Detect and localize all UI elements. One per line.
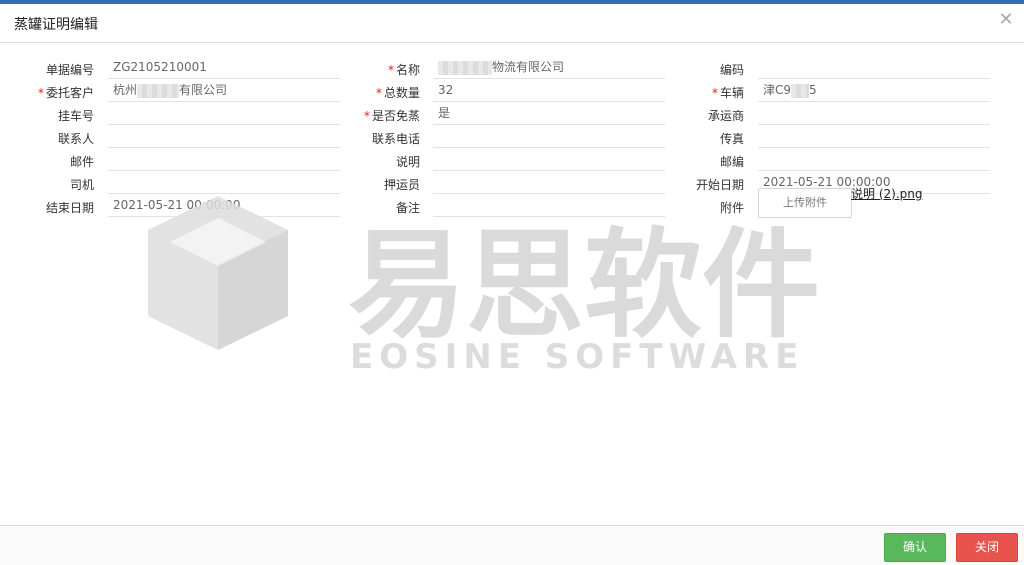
total-qty-input[interactable]: 32 xyxy=(433,79,665,102)
redacted-text xyxy=(791,83,810,98)
client-input[interactable]: 杭州 有限公司 xyxy=(108,79,340,102)
confirm-button[interactable]: 确认 xyxy=(884,533,946,562)
exempt-select[interactable]: 是 xyxy=(433,102,665,125)
edit-dialog: 蒸罐证明编辑 ✕ 单据编号 ZG2105210001 * 名称 物流有限公司 编码… xyxy=(0,4,1024,565)
end-date-input[interactable]: 2021-05-21 00:00:00 xyxy=(108,194,340,217)
field-label: 委托客户 xyxy=(45,86,94,100)
eosine-watermark: 易思软件 EOSINE SOFTWARE xyxy=(148,196,820,377)
postcode-input[interactable] xyxy=(758,148,990,171)
field-label: 是否免蒸 xyxy=(371,109,420,123)
field-label: 押运员 xyxy=(383,178,420,192)
description-input[interactable] xyxy=(433,148,665,171)
attachment-link[interactable]: 说明 (2).png xyxy=(851,185,922,202)
field-label: 传真 xyxy=(719,132,744,146)
vehicle-value-prefix: 津C9 xyxy=(763,83,792,97)
redacted-text xyxy=(438,60,492,75)
form-row: 单据编号 ZG2105210001 * 名称 物流有限公司 编码 xyxy=(0,56,1024,79)
required-marker: * xyxy=(375,86,382,100)
field-label: 司机 xyxy=(69,178,94,192)
dialog-footer: 确认 关闭 xyxy=(0,525,1024,565)
field-label: 附件 xyxy=(719,201,744,215)
field-label: 备注 xyxy=(395,201,420,215)
form-row: * 委托客户 杭州 有限公司 * 总数量 32 * 车辆 津C9 5 xyxy=(0,79,1024,102)
trailer-input[interactable] xyxy=(108,102,340,125)
required-marker: * xyxy=(363,109,370,123)
name-value-suffix: 物流有限公司 xyxy=(492,60,565,74)
close-icon[interactable]: ✕ xyxy=(998,11,1014,29)
watermark-en: EOSINE SOFTWARE xyxy=(350,337,804,377)
doc-number-input[interactable]: ZG2105210001 xyxy=(108,56,340,79)
field-label: 邮件 xyxy=(69,155,94,169)
required-marker: * xyxy=(37,86,44,100)
driver-input[interactable] xyxy=(108,171,340,194)
field-label: 承运商 xyxy=(707,109,744,123)
field-label: 总数量 xyxy=(383,86,420,100)
form-row: 邮件 说明 邮编 xyxy=(0,148,1024,171)
field-label: 说明 xyxy=(395,155,420,169)
escort-input[interactable] xyxy=(433,171,665,194)
field-label: 单据编号 xyxy=(45,63,94,77)
name-input[interactable]: 物流有限公司 xyxy=(433,56,665,79)
required-marker: * xyxy=(387,63,394,77)
code-input[interactable] xyxy=(758,56,990,79)
carrier-input[interactable] xyxy=(758,102,990,125)
contact-input[interactable] xyxy=(108,125,340,148)
field-label: 联系电话 xyxy=(371,132,420,146)
fax-input[interactable] xyxy=(758,125,990,148)
required-marker: * xyxy=(711,86,718,100)
phone-input[interactable] xyxy=(433,125,665,148)
form-row: 联系人 联系电话 传真 xyxy=(0,125,1024,148)
upload-attachment-button[interactable]: 上传附件 xyxy=(758,188,852,218)
field-label: 编码 xyxy=(719,63,744,77)
field-label: 开始日期 xyxy=(695,178,744,192)
redacted-text xyxy=(137,83,180,98)
client-value-suffix: 有限公司 xyxy=(179,83,228,97)
field-label: 名称 xyxy=(395,63,420,77)
watermark-cn: 易思软件 xyxy=(348,216,820,354)
remark-input[interactable] xyxy=(433,194,665,217)
field-label: 挂车号 xyxy=(57,109,94,123)
close-button[interactable]: 关闭 xyxy=(956,533,1018,562)
dialog-title: 蒸罐证明编辑 xyxy=(14,17,98,33)
field-label: 结束日期 xyxy=(45,201,94,215)
form-row: 挂车号 * 是否免蒸 是 承运商 xyxy=(0,102,1024,125)
dialog-header: 蒸罐证明编辑 ✕ xyxy=(0,4,1024,43)
email-input[interactable] xyxy=(108,148,340,171)
form-row: 结束日期 2021-05-21 00:00:00 备注 附件 上传附件 说明 (… xyxy=(0,187,1024,218)
vehicle-value-suffix: 5 xyxy=(809,83,817,97)
vehicle-input[interactable]: 津C9 5 xyxy=(758,79,990,102)
client-value-prefix: 杭州 xyxy=(113,83,138,97)
field-label: 联系人 xyxy=(57,132,94,146)
field-label: 车辆 xyxy=(719,86,744,100)
field-label: 邮编 xyxy=(719,155,744,169)
